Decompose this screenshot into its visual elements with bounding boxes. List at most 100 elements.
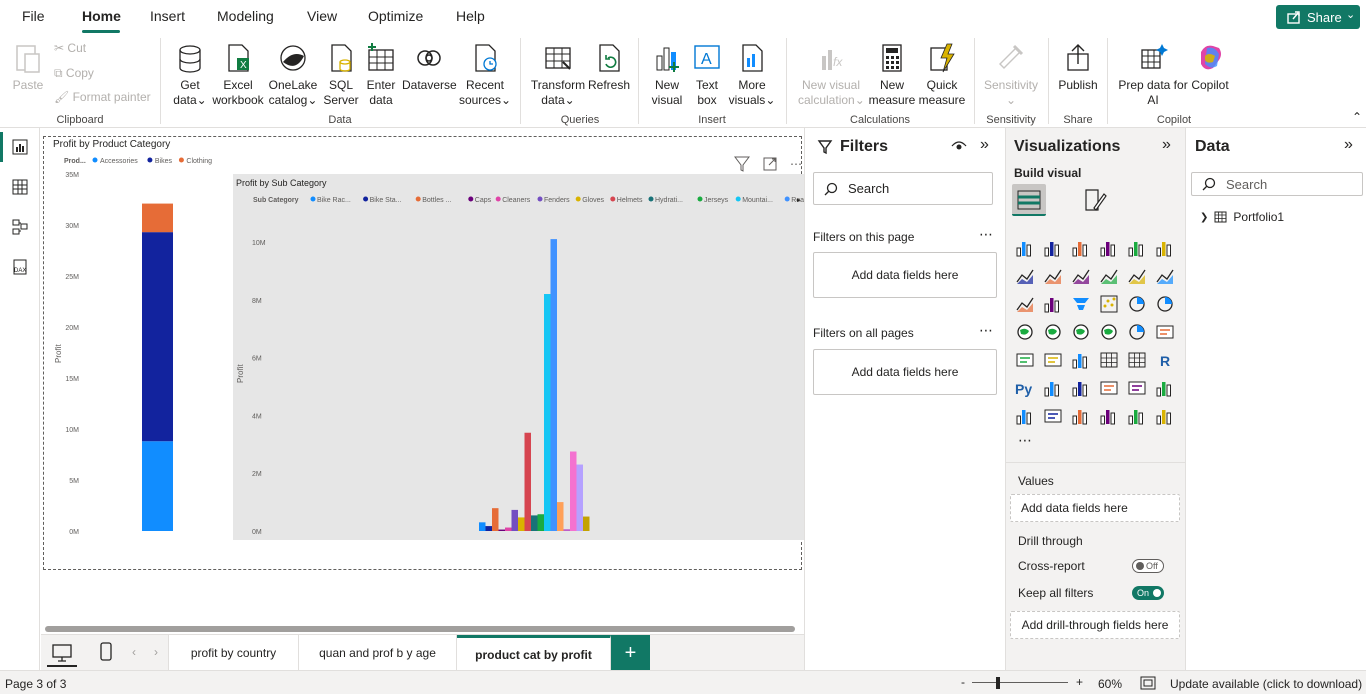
zoom-out-button[interactable]: - (961, 675, 965, 689)
menu-view[interactable]: View (307, 8, 337, 24)
bar-series-13[interactable] (563, 529, 571, 531)
zoom-in-button[interactable]: + (1076, 675, 1083, 689)
recent-sources-button[interactable]: Recent sources⌄ (458, 42, 512, 108)
new-visual-button[interactable]: New visual (646, 42, 688, 108)
tab-quan-and-prof-by-age[interactable]: quan and prof b y age (299, 635, 457, 671)
filter-icon[interactable] (734, 156, 750, 172)
profit-by-sub-category-chart[interactable]: Profit by Sub Category Sub Category Bike… (233, 174, 804, 540)
all-pages-filters-drop-zone[interactable]: Add data fields here (813, 349, 997, 395)
publish-button[interactable]: Publish (1056, 42, 1100, 93)
menu-optimize[interactable]: Optimize (368, 8, 423, 24)
cross-report-toggle[interactable]: Off (1132, 559, 1164, 573)
bar-segment-clothing[interactable] (142, 203, 173, 233)
bar-road-bi-[interactable] (550, 239, 558, 532)
azure-map-icon[interactable] (1099, 322, 1121, 344)
bar-cleaners[interactable] (505, 527, 512, 531)
100-stacked-column-chart-icon[interactable] (1155, 238, 1177, 260)
report-canvas[interactable]: Profit by Product Category Prod... Acces… (41, 128, 804, 634)
bar-helmets[interactable] (524, 432, 532, 531)
tab-product-cat-by-profit[interactable]: product cat by profit (457, 635, 611, 671)
more-options-icon[interactable]: ⋯ (979, 226, 993, 243)
bar-caps[interactable] (498, 529, 506, 531)
pie-chart-icon[interactable] (1127, 294, 1149, 316)
line-stacked-column-icon[interactable] (1127, 266, 1149, 288)
enter-data-button[interactable]: Enter data (362, 42, 400, 108)
donut-chart-icon[interactable] (1155, 294, 1177, 316)
zoom-slider-thumb[interactable] (996, 677, 1000, 689)
menu-home[interactable]: Home (82, 8, 121, 24)
paste-button[interactable]: Paste (10, 42, 46, 93)
slicer-icon[interactable] (1071, 350, 1093, 372)
table-icon[interactable] (1099, 350, 1121, 372)
keep-all-filters-toggle[interactable]: On (1132, 586, 1164, 600)
funnel-chart-icon[interactable] (1071, 294, 1093, 316)
multi-row-card-icon[interactable] (1015, 350, 1037, 372)
paginated-report-icon[interactable] (1015, 406, 1037, 428)
scroll-tabs-left-icon[interactable]: ‹ (132, 645, 136, 659)
kpi-icon[interactable] (1043, 350, 1065, 372)
ribbon-chart-icon[interactable] (1015, 294, 1037, 316)
bar-bike-sta-[interactable] (485, 526, 493, 531)
zoom-level[interactable]: 60% (1098, 677, 1122, 691)
scatter-chart-icon[interactable] (1099, 294, 1121, 316)
filters-search-input[interactable]: Search (813, 172, 993, 205)
tab-profit-by-country[interactable]: profit by country (168, 635, 299, 671)
narrative-icon[interactable] (1127, 378, 1149, 400)
qa-icon[interactable] (1099, 378, 1121, 400)
get-data-button[interactable]: Get data⌄ (168, 42, 212, 108)
clustered-column-chart-icon[interactable] (1099, 238, 1121, 260)
menu-file[interactable]: File (22, 8, 45, 24)
dax-query-view-icon[interactable]: DAX (11, 258, 29, 276)
desktop-layout-icon[interactable] (51, 643, 73, 663)
card-new-icon[interactable] (1043, 406, 1065, 428)
more-options-icon[interactable]: ⋯ (979, 322, 993, 339)
stacked-area-chart-icon[interactable] (1071, 266, 1093, 288)
drill-through-drop-zone[interactable]: Add drill-through fields here (1010, 611, 1180, 639)
bar-hydrati-[interactable] (531, 515, 538, 531)
line-chart-icon[interactable] (1015, 266, 1037, 288)
new-measure-button[interactable]: New measure (866, 42, 918, 108)
copilot-button[interactable]: Copilot (1188, 42, 1232, 93)
update-available-link[interactable]: Update available (click to download) (1170, 677, 1362, 691)
power-apps-icon[interactable] (1127, 406, 1149, 428)
menu-insert[interactable]: Insert (150, 8, 185, 24)
map-icon[interactable] (1043, 322, 1065, 344)
collapse-filters-icon[interactable]: » (980, 136, 989, 154)
eye-icon[interactable] (951, 140, 967, 152)
gauge-icon[interactable] (1127, 322, 1149, 344)
area-chart-icon[interactable] (1043, 266, 1065, 288)
data-search-input[interactable]: Search (1191, 172, 1363, 196)
menu-help[interactable]: Help (456, 8, 485, 24)
zoom-slider-track[interactable] (972, 682, 1068, 683)
bar-jerseys[interactable] (537, 514, 545, 531)
100-stacked-area-chart-icon[interactable] (1099, 266, 1121, 288)
copy-button[interactable]: ⧉ Copy (54, 66, 94, 81)
dataverse-button[interactable]: Dataverse (402, 42, 457, 93)
100-stacked-bar-chart-icon[interactable] (1127, 238, 1149, 260)
values-drop-zone[interactable]: Add data fields here (1010, 494, 1180, 522)
quick-measure-button[interactable]: Quick measure (916, 42, 968, 108)
button-slicer-icon[interactable] (1071, 406, 1093, 428)
power-automate-icon[interactable] (1155, 406, 1177, 428)
fit-to-page-icon[interactable] (1140, 676, 1156, 690)
report-view-icon[interactable] (11, 138, 29, 156)
canvas-horizontal-scrollbar[interactable] (45, 626, 795, 632)
format-visual-icon[interactable] (1082, 188, 1108, 214)
bar-fenders[interactable] (511, 509, 519, 531)
prep-data-ai-button[interactable]: Prep data for AI (1115, 42, 1191, 108)
format-painter-button[interactable]: 🖌 Format painter (54, 90, 151, 105)
mobile-layout-icon[interactable] (99, 641, 113, 663)
bar-series-15[interactable] (576, 464, 584, 531)
bar-series-16[interactable] (583, 516, 590, 531)
focus-mode-icon[interactable] (763, 157, 777, 171)
waterfall-chart-icon[interactable] (1043, 294, 1065, 316)
stacked-column-chart-icon[interactable] (1043, 238, 1065, 260)
menu-modeling[interactable]: Modeling (217, 8, 274, 24)
r-script-icon[interactable]: R (1155, 350, 1177, 372)
profit-by-product-category-chart[interactable]: Profit by Product Category Prod... Acces… (53, 139, 212, 536)
refresh-button[interactable]: Refresh (588, 42, 630, 93)
excel-workbook-button[interactable]: X Excel workbook (210, 42, 266, 108)
scroll-tabs-right-icon[interactable]: › (154, 645, 158, 659)
table-item-portfolio1[interactable]: ❯ Portfolio1 (1200, 210, 1284, 224)
bar-mountai-[interactable] (544, 294, 551, 531)
